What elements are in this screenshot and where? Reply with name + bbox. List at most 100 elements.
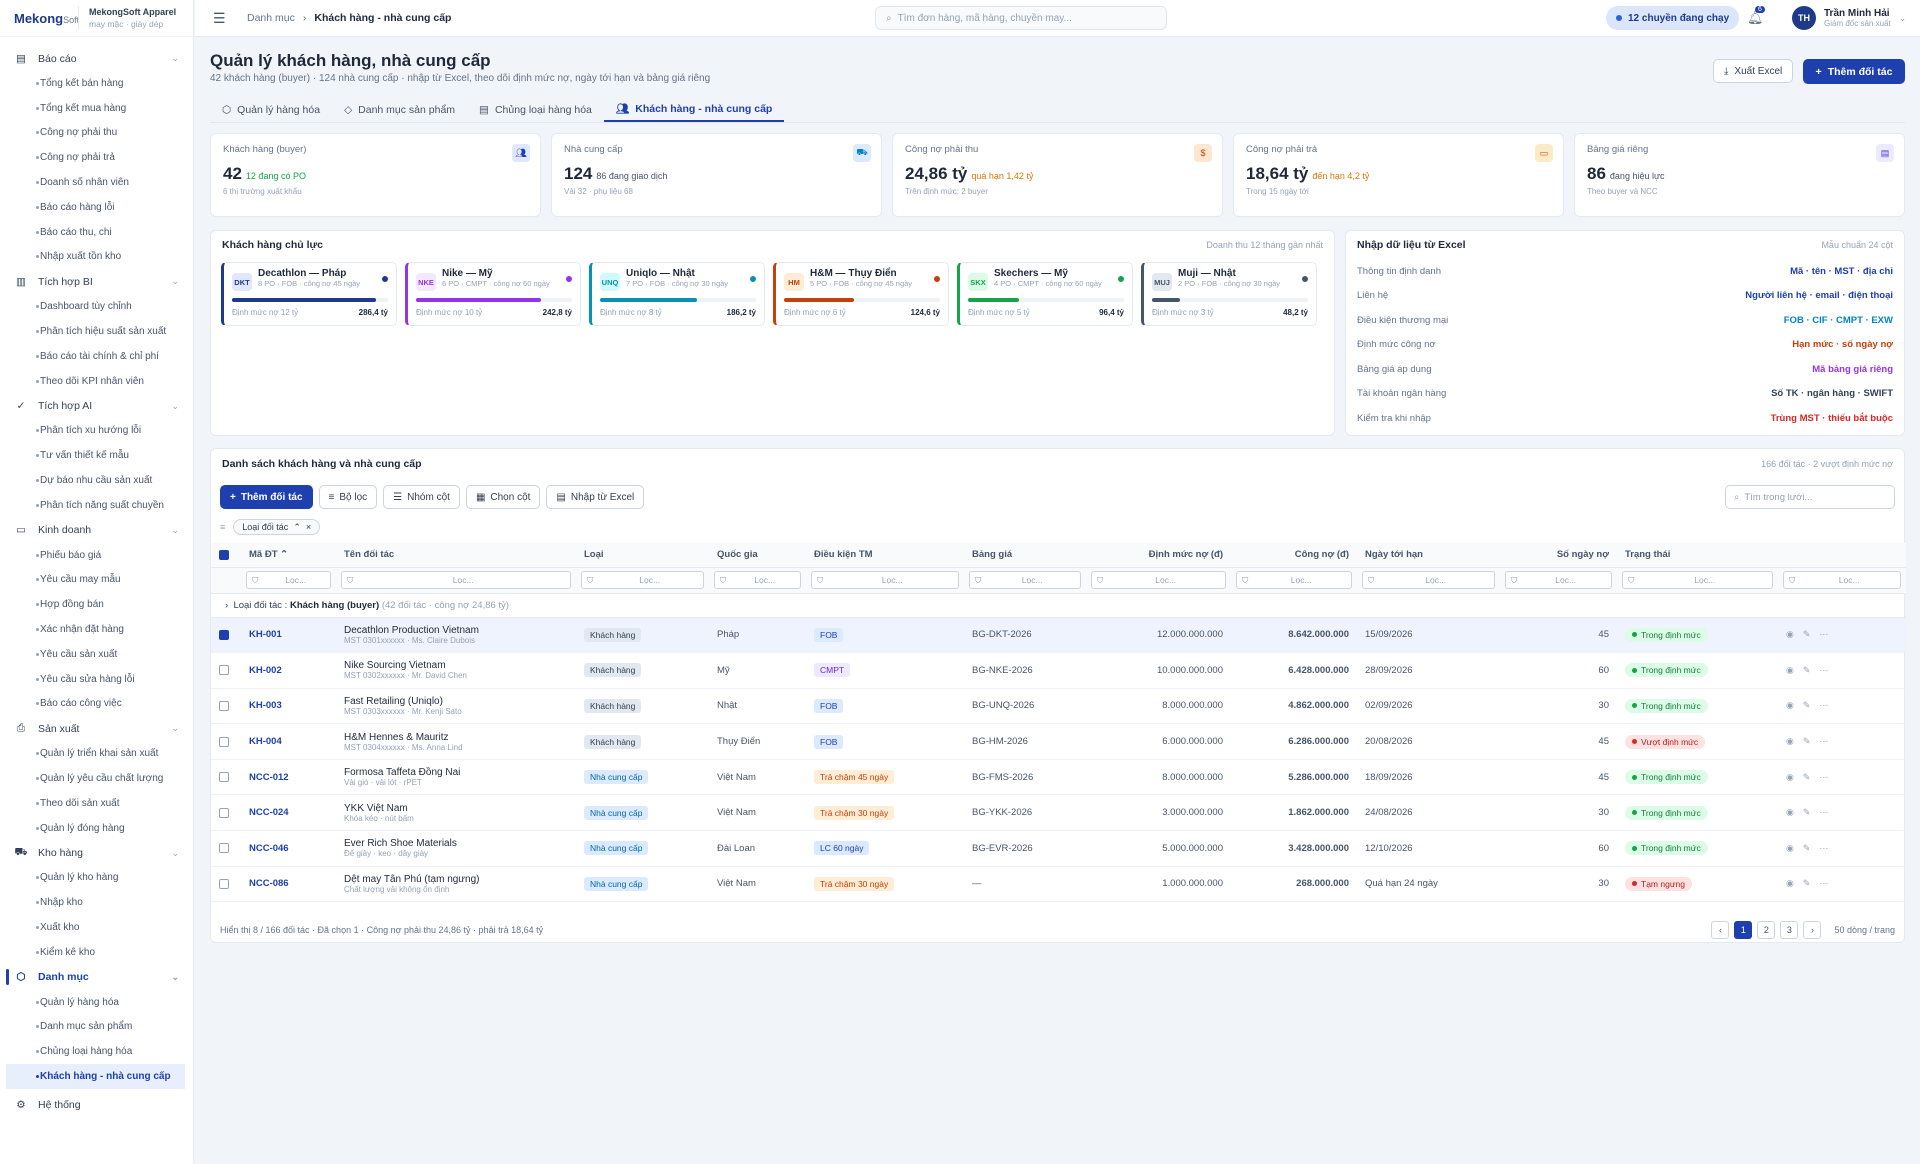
sidebar-item[interactable]: Tổng kết bán hàng bbox=[0, 71, 193, 96]
column-filter-input[interactable]: ⛉ Lọc... bbox=[246, 571, 331, 589]
partner-code[interactable]: KH-004 bbox=[249, 736, 282, 747]
group-chip[interactable]: Loại đối tác ⌃ × bbox=[233, 519, 321, 535]
eye-icon[interactable]: ◉ bbox=[1786, 843, 1794, 854]
sidebar-item[interactable]: Quản lý yêu cầu chất lượng bbox=[0, 766, 193, 791]
more-icon[interactable]: ⋯ bbox=[1819, 629, 1828, 640]
table-row[interactable]: KH-001 Decathlon Production Vietnam MST 0… bbox=[211, 617, 1906, 654]
edit-icon[interactable]: ✎ bbox=[1803, 736, 1811, 747]
edit-icon[interactable]: ✎ bbox=[1803, 700, 1811, 711]
sidebar-item[interactable]: Quản lý kho hàng bbox=[0, 866, 193, 891]
logo[interactable]: MekongSoft bbox=[14, 11, 79, 26]
partner-code[interactable]: NCC-012 bbox=[249, 772, 289, 783]
edit-icon[interactable]: ✎ bbox=[1803, 772, 1811, 783]
nav-group-6[interactable]: ⬡ Danh mục ⌄ bbox=[0, 965, 193, 990]
partner-code[interactable]: NCC-086 bbox=[249, 878, 289, 889]
key-customer-card[interactable]: UNQ Uniqlo — Nhật 7 PO · FOB · công nợ 3… bbox=[589, 262, 765, 326]
sidebar-item[interactable]: Tổng kết mua hàng bbox=[0, 96, 193, 121]
partner-code[interactable]: NCC-046 bbox=[249, 843, 289, 854]
bell-icon[interactable]: 🔔︎ 6 bbox=[1747, 6, 1765, 26]
edit-icon[interactable]: ✎ bbox=[1803, 843, 1811, 854]
sidebar-item[interactable]: Phân tích năng suất chuyền bbox=[0, 493, 193, 518]
column-header[interactable]: Công nợ (đ) bbox=[1231, 543, 1357, 568]
tab-1[interactable]: ◇ Danh mục sản phẩm bbox=[332, 97, 467, 122]
page-button[interactable]: 1 bbox=[1734, 921, 1753, 939]
sidebar-item[interactable]: Phân tích xu hướng lỗi bbox=[0, 419, 193, 444]
global-search-input[interactable]: ⌕ Tìm đơn hàng, mã hàng, chuyền may... bbox=[875, 6, 1167, 30]
column-filter-input[interactable]: ⛉ Lọc... bbox=[341, 571, 571, 589]
table-row[interactable]: NCC-046 Ever Rich Shoe Materials Đế giày … bbox=[211, 830, 1906, 867]
column-header[interactable]: Định mức nợ (đ) bbox=[1086, 543, 1231, 568]
select-all-checkbox[interactable] bbox=[219, 549, 229, 560]
sidebar-item[interactable]: Công nợ phải trả bbox=[0, 145, 193, 170]
grid-search-input[interactable]: ⌕ Tìm trong lưới... bbox=[1725, 485, 1895, 509]
kpi-card[interactable]: Công nợ phải trả 18,64 tỷ đến hạn 4,2 tỷ … bbox=[1233, 133, 1564, 217]
column-header[interactable]: Bảng giá bbox=[964, 543, 1086, 568]
key-customer-card[interactable]: MUJ Muji — Nhật 2 PO · FOB · công nợ 30 … bbox=[1141, 262, 1317, 326]
more-icon[interactable]: ⋯ bbox=[1819, 665, 1828, 676]
column-header[interactable]: Mã ĐT ⌃ bbox=[241, 543, 336, 568]
column-header[interactable]: Ngày tới hạn bbox=[1357, 543, 1500, 568]
key-customer-card[interactable]: HM H&M — Thụy Điển 5 PO · FOB · công nợ … bbox=[773, 262, 949, 326]
running-lines-pill[interactable]: 12 chuyền đang chạy bbox=[1606, 6, 1740, 30]
sidebar-item[interactable]: Quản lý triển khai sản xuất bbox=[0, 741, 193, 766]
partner-code[interactable]: KH-002 bbox=[249, 665, 282, 676]
import-excel-button[interactable]: ▤ Nhập từ Excel bbox=[546, 485, 645, 509]
export-excel-button[interactable]: ⤓ Xuất Excel bbox=[1713, 59, 1794, 83]
sidebar-item[interactable]: Khách hàng - nhà cung cấp bbox=[6, 1064, 185, 1089]
table-row[interactable]: KH-003 Fast Retailing (Uniqlo) MST 0303xx… bbox=[211, 688, 1906, 725]
tab-2[interactable]: ▤ Chủng loại hàng hóa bbox=[467, 97, 604, 122]
column-filter-input[interactable]: ⛉ Lọc... bbox=[1091, 571, 1226, 589]
eye-icon[interactable]: ◉ bbox=[1786, 629, 1794, 640]
sidebar-item[interactable]: Báo cáo thu, chi bbox=[0, 220, 193, 245]
sidebar-item[interactable]: Doanh số nhân viên bbox=[0, 170, 193, 195]
sidebar-item[interactable]: Dự báo nhu cầu sản xuất bbox=[0, 468, 193, 493]
sidebar-item[interactable]: Phiếu báo giá bbox=[0, 543, 193, 568]
column-filter-input[interactable]: ⛉ Lọc... bbox=[714, 571, 801, 589]
row-checkbox[interactable] bbox=[219, 878, 229, 889]
edit-icon[interactable]: ✎ bbox=[1803, 629, 1811, 640]
column-filter-input[interactable]: ⛉ Lọc... bbox=[1362, 571, 1495, 589]
sidebar-item[interactable]: Quản lý đóng hàng bbox=[0, 816, 193, 841]
nav-group-2[interactable]: ✓ Tích hợp AI ⌄ bbox=[0, 394, 193, 419]
sidebar-item[interactable]: Báo cáo hàng lỗi bbox=[0, 195, 193, 220]
column-filter-input[interactable]: ⛉ Lọc... bbox=[1236, 571, 1352, 589]
sidebar-item[interactable]: Báo cáo công việc bbox=[0, 692, 193, 717]
column-header[interactable]: Tên đối tác bbox=[336, 543, 576, 568]
more-icon[interactable]: ⋯ bbox=[1819, 843, 1828, 854]
edit-icon[interactable]: ✎ bbox=[1803, 878, 1811, 889]
more-icon[interactable]: ⋯ bbox=[1819, 772, 1828, 783]
row-checkbox[interactable] bbox=[219, 772, 229, 783]
partner-code[interactable]: KH-003 bbox=[249, 700, 282, 711]
breadcrumb-root[interactable]: Danh mục bbox=[247, 12, 295, 24]
partner-code[interactable]: KH-001 bbox=[249, 629, 282, 640]
nav-group-0[interactable]: ▤ Báo cáo ⌄ bbox=[0, 46, 193, 71]
page-button[interactable]: 3 bbox=[1780, 921, 1799, 939]
table-row[interactable]: NCC-086 Dệt may Tân Phú (tạm ngưng) Chất … bbox=[211, 866, 1906, 903]
group-columns-button[interactable]: ☰ Nhóm cột bbox=[383, 485, 460, 509]
row-checkbox[interactable] bbox=[219, 843, 229, 854]
page-button[interactable]: 2 bbox=[1757, 921, 1776, 939]
more-icon[interactable]: ⋯ bbox=[1819, 807, 1828, 818]
partner-code[interactable]: NCC-024 bbox=[249, 807, 289, 818]
column-filter-input[interactable]: ⛉ Lọc... bbox=[811, 571, 959, 589]
sidebar-item[interactable]: Yêu cầu sản xuất bbox=[0, 642, 193, 667]
sidebar-item[interactable]: Theo dõi sản xuất bbox=[0, 791, 193, 816]
column-filter-input[interactable]: ⛉ Lọc... bbox=[969, 571, 1081, 589]
kpi-card[interactable]: Khách hàng (buyer) 42 12 đang có PO 6 thị… bbox=[210, 133, 541, 217]
edit-icon[interactable]: ✎ bbox=[1803, 807, 1811, 818]
eye-icon[interactable]: ◉ bbox=[1786, 878, 1794, 889]
prev-page-button[interactable]: ‹ bbox=[1711, 921, 1730, 939]
sidebar-item[interactable]: Dashboard tùy chỉnh bbox=[0, 294, 193, 319]
eye-icon[interactable]: ◉ bbox=[1786, 772, 1794, 783]
table-row[interactable]: NCC-012 Formosa Taffeta Đồng Nai Vải gió … bbox=[211, 759, 1906, 796]
group-row[interactable]: › Loại đối tác : Khách hàng (buyer) (42 … bbox=[211, 593, 1906, 618]
row-checkbox[interactable] bbox=[219, 736, 229, 747]
nav-group-3[interactable]: ▭ Kinh doanh ⌄ bbox=[0, 518, 193, 543]
column-header[interactable]: Quốc gia bbox=[709, 543, 806, 568]
table-row[interactable]: NCC-024 YKK Việt Nam Khóa kéo · nút bấm N… bbox=[211, 794, 1906, 832]
kpi-card[interactable]: Công nợ phải thu 24,86 tỷ quá hạn 1,42 tỷ… bbox=[892, 133, 1223, 217]
sidebar-item[interactable]: Phân tích hiệu suất sản xuất bbox=[0, 319, 193, 344]
nav-group-1[interactable]: ▥ Tích hợp BI ⌄ bbox=[0, 269, 193, 294]
key-customer-card[interactable]: NKE Nike — Mỹ 6 PO · CMPT · công nợ 60 n… bbox=[405, 262, 581, 326]
tab-3[interactable]: 👥︎ Khách hàng - nhà cung cấp bbox=[603, 97, 785, 122]
